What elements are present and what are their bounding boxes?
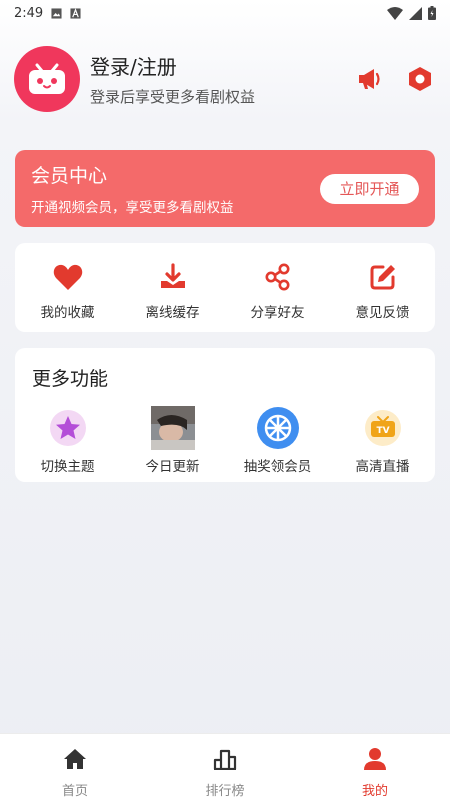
wifi-icon [387, 6, 403, 20]
avatar[interactable] [14, 46, 80, 112]
tv-icon: TV [364, 410, 401, 446]
megaphone-icon [359, 69, 380, 89]
profile-icon [364, 748, 386, 770]
download-icon [160, 263, 185, 288]
bottom-nav: 首页 排行榜 我的 [0, 733, 450, 800]
home-icon [64, 749, 86, 769]
status-bar: 2:49 [0, 0, 450, 26]
thumbnail-photo [150, 406, 195, 450]
lottery-label: 抽奖领会员 [243, 459, 312, 475]
image-icon [51, 7, 62, 19]
announcement-button[interactable] [356, 65, 384, 93]
edit-icon [370, 265, 395, 290]
login-subtitle: 登录后享受更多看剧权益 [90, 88, 256, 106]
vip-subtitle: 开通视频会员，享受更多看剧权益 [31, 200, 234, 216]
nav-home-label: 首页 [61, 784, 88, 799]
switch-theme-label: 切换主题 [40, 459, 95, 475]
heart-icon [53, 264, 82, 290]
login-title: 登录/注册 [90, 55, 177, 79]
tv-mascot-icon [29, 63, 65, 94]
signal-icon [409, 6, 422, 20]
nav-home[interactable]: 首页 [0, 734, 150, 800]
offline-cache-item[interactable]: 离线缓存 [120, 243, 225, 332]
a-icon [70, 7, 81, 19]
nav-ranking[interactable]: 排行榜 [150, 734, 300, 800]
today-update-item[interactable]: 今日更新 [120, 406, 225, 475]
vip-title: 会员中心 [31, 165, 108, 187]
share-icon [265, 263, 289, 291]
feedback-item[interactable]: 意见反馈 [330, 243, 435, 332]
vip-center-card[interactable]: 会员中心 开通视频会员，享受更多看剧权益 立即开通 [15, 150, 435, 227]
nav-ranking-label: 排行榜 [205, 784, 245, 799]
status-time: 2:49 [14, 5, 44, 21]
ranking-icon [213, 749, 237, 770]
offline-cache-label: 离线缓存 [145, 305, 200, 321]
favorites-item[interactable]: 我的收藏 [15, 243, 120, 332]
favorites-label: 我的收藏 [40, 305, 95, 321]
share-label: 分享好友 [250, 305, 305, 321]
lottery-wheel-icon [256, 407, 299, 449]
login-link[interactable]: 登录/注册 登录后享受更多看剧权益 [90, 51, 255, 107]
svg-text:TV: TV [376, 426, 389, 436]
hd-live-label: 高清直播 [355, 459, 410, 475]
feedback-label: 意见反馈 [355, 305, 410, 321]
quick-actions-card: 我的收藏 离线缓存 分享好友 意见反馈 [15, 243, 435, 332]
more-features-card: 更多功能 切换主题 今日更新 抽奖领会员 TV 高清直播 [15, 348, 435, 482]
more-features-title: 更多功能 [32, 368, 109, 390]
share-item[interactable]: 分享好友 [225, 243, 330, 332]
battery-icon [428, 6, 436, 20]
hd-live-item[interactable]: TV 高清直播 [330, 406, 435, 475]
open-vip-button[interactable]: 立即开通 [320, 173, 419, 204]
settings-hexagon-icon [409, 67, 431, 91]
lottery-item[interactable]: 抽奖领会员 [225, 406, 330, 475]
switch-theme-item[interactable]: 切换主题 [15, 406, 120, 475]
settings-button[interactable] [406, 65, 434, 93]
today-update-label: 今日更新 [145, 459, 200, 475]
user-header: 登录/注册 登录后享受更多看剧权益 [14, 46, 436, 112]
nav-profile-label: 我的 [361, 784, 388, 799]
nav-profile[interactable]: 我的 [300, 734, 450, 800]
theme-star-icon [49, 410, 86, 446]
